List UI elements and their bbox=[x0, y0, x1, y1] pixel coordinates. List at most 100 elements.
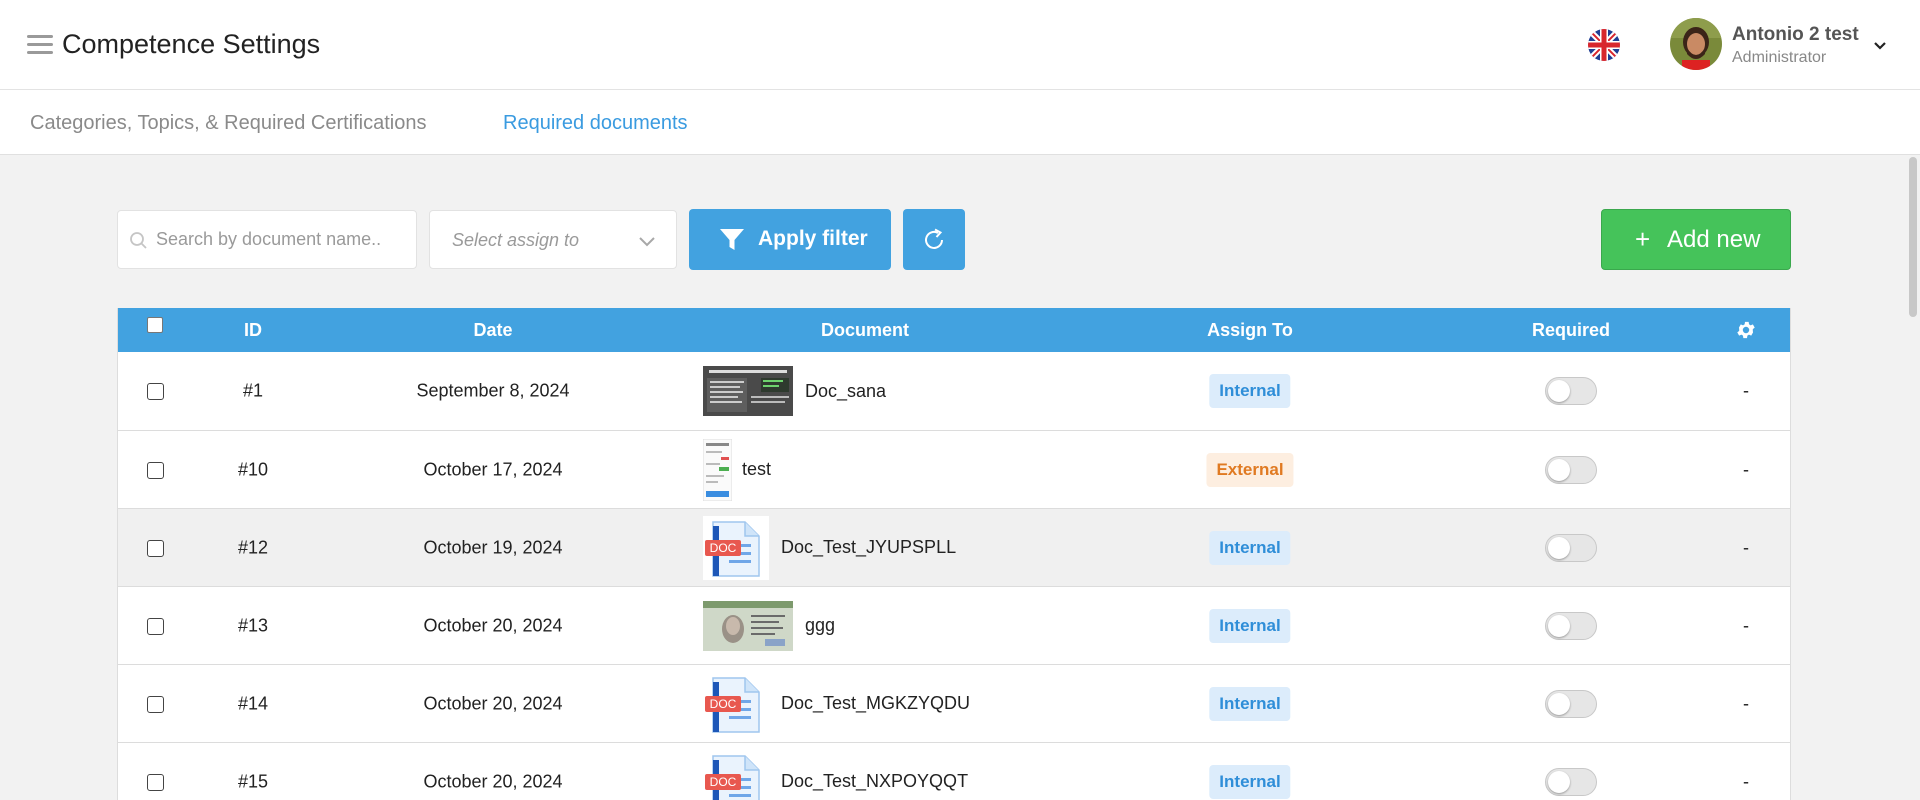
table-row[interactable]: #14 October 20, 2024 DOC Doc_Test_MGKZYQ… bbox=[118, 665, 1790, 743]
required-toggle[interactable] bbox=[1545, 611, 1597, 640]
assign-badge: Internal bbox=[1209, 686, 1291, 721]
document-cell[interactable]: ggg bbox=[703, 600, 835, 651]
row-action-placeholder: - bbox=[1743, 693, 1749, 713]
document-thumbnail[interactable] bbox=[703, 438, 732, 501]
page-title: Competence Settings bbox=[62, 29, 321, 59]
row-action-placeholder: - bbox=[1743, 380, 1749, 401]
vertical-scrollbar[interactable] bbox=[1906, 155, 1920, 800]
toggle-knob bbox=[1548, 536, 1570, 559]
row-checkbox[interactable] bbox=[147, 617, 164, 635]
toggle-knob bbox=[1548, 458, 1570, 481]
row-checkbox[interactable] bbox=[147, 695, 164, 713]
row-id: #13 bbox=[237, 615, 269, 635]
doc-file-icon[interactable]: DOC bbox=[703, 515, 769, 580]
column-header-assign-to[interactable]: Assign To bbox=[1207, 320, 1293, 341]
apply-filter-label: Apply filter bbox=[758, 227, 868, 250]
row-date: October 20, 2024 bbox=[423, 771, 563, 791]
chevron-down-icon bbox=[639, 237, 655, 247]
assign-badge: Internal bbox=[1209, 530, 1291, 565]
tab-required-documents[interactable]: Required documents bbox=[503, 112, 688, 135]
document-name[interactable]: Doc_sana bbox=[805, 381, 886, 402]
doc-file-icon[interactable]: DOC bbox=[703, 749, 769, 800]
hamburger-menu-icon[interactable] bbox=[27, 35, 53, 55]
document-name[interactable]: Doc_Test_JYUPSPLL bbox=[781, 537, 956, 558]
row-date: October 17, 2024 bbox=[423, 459, 563, 479]
assign-to-select[interactable]: Select assign to bbox=[429, 210, 677, 269]
document-cell[interactable]: DOC Doc_Test_NXPOYQQT bbox=[703, 749, 968, 800]
row-checkbox[interactable] bbox=[147, 461, 164, 479]
document-cell[interactable]: DOC Doc_Test_JYUPSPLL bbox=[703, 515, 956, 580]
row-id: #15 bbox=[237, 771, 269, 791]
row-action-placeholder: - bbox=[1743, 537, 1749, 557]
toggle-knob bbox=[1548, 614, 1570, 637]
required-toggle[interactable] bbox=[1545, 767, 1597, 796]
add-new-button[interactable]: + Add new bbox=[1601, 209, 1791, 270]
documents-table: ID Date Document Assign To Required #1 S… bbox=[117, 308, 1791, 800]
row-checkbox[interactable] bbox=[147, 773, 164, 791]
chevron-down-icon[interactable] bbox=[1872, 37, 1888, 53]
apply-filter-button[interactable]: Apply filter bbox=[689, 209, 891, 270]
table-row[interactable]: #10 October 17, 2024 test External - bbox=[118, 431, 1790, 509]
table-row[interactable]: #1 September 8, 2024 Doc_sana Internal - bbox=[118, 352, 1790, 431]
document-thumbnail[interactable] bbox=[703, 366, 793, 416]
row-id: #10 bbox=[237, 459, 269, 479]
search-input[interactable] bbox=[156, 211, 406, 268]
assign-badge: Internal bbox=[1209, 764, 1291, 799]
required-toggle[interactable] bbox=[1545, 533, 1597, 562]
assign-badge: External bbox=[1206, 452, 1294, 487]
avatar[interactable] bbox=[1670, 18, 1722, 70]
required-toggle[interactable] bbox=[1545, 689, 1597, 718]
toggle-knob bbox=[1548, 692, 1570, 715]
row-action-placeholder: - bbox=[1743, 459, 1749, 479]
scrollbar-thumb[interactable] bbox=[1909, 157, 1917, 317]
doc-file-icon[interactable]: DOC bbox=[703, 671, 769, 736]
document-name[interactable]: ggg bbox=[805, 615, 835, 636]
top-bar: Competence Settings Antonio 2 test Admin… bbox=[0, 0, 1920, 90]
user-name[interactable]: Antonio 2 test bbox=[1732, 24, 1859, 46]
user-role: Administrator bbox=[1732, 49, 1827, 66]
table-row[interactable]: #12 October 19, 2024 DOC Doc_Test_JYUPSP… bbox=[118, 509, 1790, 587]
column-header-date[interactable]: Date bbox=[473, 320, 512, 341]
filter-icon bbox=[720, 229, 744, 250]
toggle-knob bbox=[1548, 380, 1570, 402]
refresh-icon bbox=[925, 228, 943, 249]
select-all-checkbox[interactable] bbox=[147, 317, 163, 333]
row-date: October 20, 2024 bbox=[423, 693, 563, 713]
toggle-knob bbox=[1548, 770, 1570, 793]
assign-badge: Internal bbox=[1209, 374, 1291, 408]
table-row[interactable]: #15 October 20, 2024 DOC Doc_Test_NXPOYQ… bbox=[118, 743, 1790, 800]
document-cell[interactable]: test bbox=[703, 438, 771, 501]
column-header-document[interactable]: Document bbox=[821, 320, 909, 341]
required-toggle[interactable] bbox=[1545, 455, 1597, 484]
document-name[interactable]: Doc_Test_NXPOYQQT bbox=[781, 771, 968, 792]
search-field[interactable] bbox=[117, 210, 417, 269]
table-header: ID Date Document Assign To Required bbox=[118, 308, 1790, 352]
required-toggle[interactable] bbox=[1545, 377, 1597, 405]
document-name[interactable]: Doc_Test_MGKZYQDU bbox=[781, 693, 970, 714]
document-cell[interactable]: Doc_sana bbox=[703, 366, 886, 416]
row-action-placeholder: - bbox=[1743, 615, 1749, 635]
row-date: October 19, 2024 bbox=[423, 537, 563, 557]
row-action-placeholder: - bbox=[1743, 771, 1749, 791]
tab-bar: Categories, Topics, & Required Certifica… bbox=[0, 90, 1920, 155]
uk-flag-icon[interactable] bbox=[1588, 29, 1620, 61]
row-id: #1 bbox=[242, 380, 264, 401]
plus-icon: + bbox=[1635, 224, 1651, 254]
column-header-required[interactable]: Required bbox=[1532, 320, 1610, 341]
row-checkbox[interactable] bbox=[147, 539, 164, 557]
row-date: September 8, 2024 bbox=[416, 380, 570, 401]
document-name[interactable]: test bbox=[742, 459, 771, 480]
row-id: #12 bbox=[237, 537, 269, 557]
add-new-label: Add new bbox=[1667, 226, 1761, 253]
column-header-id[interactable]: ID bbox=[244, 320, 262, 341]
tab-categories-topics-certifications[interactable]: Categories, Topics, & Required Certifica… bbox=[30, 112, 426, 135]
document-cell[interactable]: DOC Doc_Test_MGKZYQDU bbox=[703, 671, 970, 736]
svg-text:DOC: DOC bbox=[710, 775, 737, 789]
search-icon bbox=[130, 232, 147, 249]
row-checkbox[interactable] bbox=[147, 383, 164, 400]
refresh-button[interactable] bbox=[903, 209, 965, 270]
document-thumbnail[interactable] bbox=[703, 600, 793, 651]
table-row[interactable]: #13 October 20, 2024 ggg Internal - bbox=[118, 587, 1790, 665]
assign-badge: Internal bbox=[1209, 608, 1291, 643]
gear-icon[interactable] bbox=[1735, 319, 1757, 341]
